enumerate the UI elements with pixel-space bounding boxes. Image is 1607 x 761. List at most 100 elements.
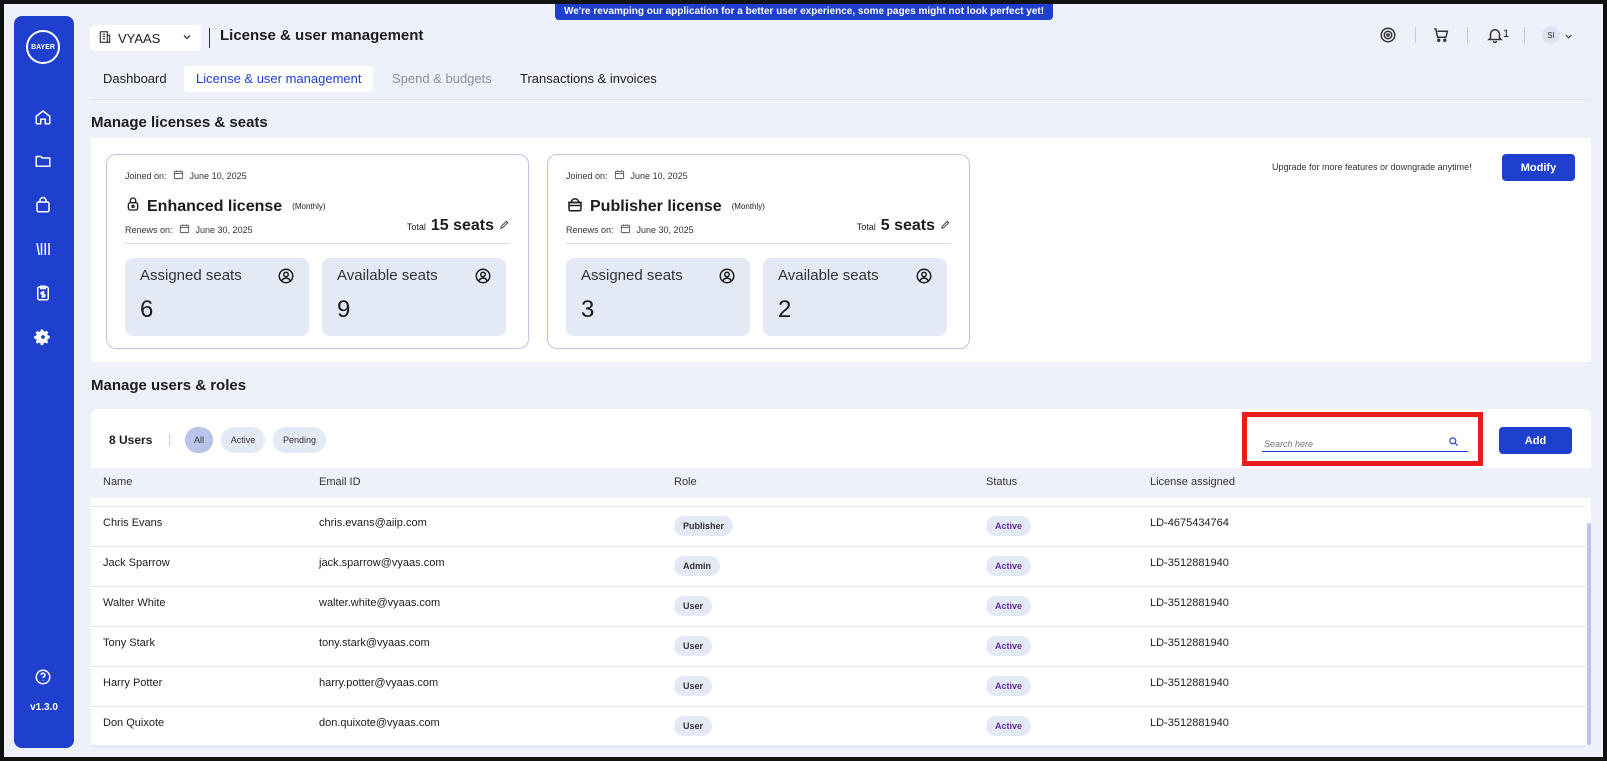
version-label: v1.3.0 bbox=[30, 702, 58, 713]
clipboard-dollar-icon[interactable] bbox=[32, 282, 54, 304]
tab-dashboard[interactable]: Dashboard bbox=[91, 66, 179, 92]
bag-icon[interactable] bbox=[32, 194, 54, 216]
renews-date: June 30, 2025 bbox=[195, 224, 253, 235]
filter-pending[interactable]: Pending bbox=[273, 427, 326, 453]
available-seats-value: 2 bbox=[778, 296, 792, 323]
filter-all[interactable]: All bbox=[185, 427, 213, 453]
help-icon[interactable] bbox=[32, 666, 54, 688]
user-name: Harry Potter bbox=[103, 677, 163, 689]
table-row[interactable] bbox=[91, 547, 1586, 587]
edit-icon[interactable] bbox=[499, 219, 510, 232]
calendar-icon bbox=[173, 169, 184, 182]
lock-license-icon bbox=[125, 195, 141, 218]
license-name: Publisher license bbox=[590, 197, 722, 215]
user-email: don.quixote@vyaas.com bbox=[319, 717, 440, 729]
user-email: jack.sparrow@vyaas.com bbox=[319, 557, 445, 569]
filter-active[interactable]: Active bbox=[221, 427, 265, 453]
role-badge: Publisher bbox=[674, 516, 734, 536]
renews-label: Renews on: bbox=[566, 224, 614, 235]
available-seats-label: Available seats bbox=[778, 267, 879, 284]
joined-date: June 10, 2025 bbox=[189, 170, 247, 181]
table-row[interactable] bbox=[91, 627, 1586, 667]
table-row[interactable] bbox=[91, 707, 1586, 747]
user-email: walter.white@vyaas.com bbox=[319, 597, 441, 609]
role-badge: Admin bbox=[674, 556, 720, 576]
user-circle-icon bbox=[718, 267, 736, 290]
header-icon-divider bbox=[1467, 27, 1468, 43]
tab-spend-budgets[interactable]: Spend & budgets bbox=[380, 66, 504, 92]
user-email: chris.evans@aiip.com bbox=[319, 517, 427, 529]
avatar[interactable]: SI bbox=[1542, 26, 1560, 44]
target-icon[interactable] bbox=[1377, 24, 1399, 46]
license-period: (Monthly) bbox=[731, 202, 765, 211]
card-divider bbox=[125, 243, 510, 244]
home-icon[interactable] bbox=[32, 106, 54, 128]
table-header bbox=[91, 468, 1591, 498]
org-selector[interactable]: VYAAS bbox=[90, 25, 201, 51]
assigned-seats-label: Assigned seats bbox=[581, 267, 683, 284]
status-badge: Active bbox=[986, 516, 1032, 536]
library-icon[interactable] bbox=[32, 238, 54, 260]
assigned-seats-value: 3 bbox=[581, 296, 595, 323]
notification-count: 1 bbox=[1503, 28, 1510, 40]
gear-icon[interactable] bbox=[32, 326, 54, 348]
edit-icon[interactable] bbox=[940, 219, 951, 232]
user-email: tony.stark@vyaas.com bbox=[319, 637, 430, 649]
table-row[interactable] bbox=[91, 587, 1586, 627]
header-icon-divider bbox=[1524, 27, 1525, 43]
calendar-icon bbox=[614, 169, 625, 182]
license-id: LD-3512881940 bbox=[1150, 557, 1229, 569]
modify-button[interactable]: Modify bbox=[1502, 154, 1575, 181]
column-header-status: Status bbox=[986, 476, 1018, 488]
upgrade-text: Upgrade for more features or downgrade a… bbox=[1272, 162, 1472, 172]
status-badge: Active bbox=[986, 636, 1032, 656]
folder-icon[interactable] bbox=[32, 150, 54, 172]
tab-license-user-management[interactable]: License & user management bbox=[184, 66, 374, 92]
available-seats-box: Available seats 9 bbox=[322, 258, 506, 336]
bayer-logo[interactable]: BAYER bbox=[26, 30, 60, 64]
license-id: LD-3512881940 bbox=[1150, 717, 1229, 729]
search-input[interactable] bbox=[1262, 432, 1468, 452]
licenses-section-title: Manage licenses & seats bbox=[91, 114, 268, 131]
license-card-enhanced: Joined on: June 10, 2025 Enhanced licens… bbox=[106, 154, 529, 349]
search-icon[interactable] bbox=[1448, 434, 1459, 452]
building-icon bbox=[98, 30, 112, 47]
joined-date: June 10, 2025 bbox=[630, 170, 688, 181]
calendar-icon bbox=[179, 223, 190, 236]
user-name: Tony Stark bbox=[103, 637, 155, 649]
license-period: (Monthly) bbox=[292, 202, 326, 211]
user-circle-icon bbox=[277, 267, 295, 290]
column-header-email: Email ID bbox=[319, 476, 361, 488]
chevron-down-icon[interactable] bbox=[1563, 29, 1574, 47]
user-name: Chris Evans bbox=[103, 517, 163, 529]
count-divider bbox=[169, 434, 170, 446]
tab-transactions-invoices[interactable]: Transactions & invoices bbox=[508, 66, 669, 92]
package-license-icon bbox=[566, 195, 584, 218]
add-user-button[interactable]: Add bbox=[1499, 427, 1572, 454]
assigned-seats-value: 6 bbox=[140, 296, 154, 323]
total-label: Total bbox=[406, 222, 426, 232]
license-id: LD-3512881940 bbox=[1150, 677, 1229, 689]
status-badge: Active bbox=[986, 596, 1032, 616]
renews-date: June 30, 2025 bbox=[636, 224, 694, 235]
user-circle-icon bbox=[915, 267, 933, 290]
license-name: Enhanced license bbox=[147, 197, 283, 215]
status-badge: Active bbox=[986, 676, 1032, 696]
revamp-banner: We're revamping our application for a be… bbox=[555, 4, 1053, 20]
license-id: LD-4675434764 bbox=[1150, 517, 1229, 529]
assigned-seats-box: Assigned seats 6 bbox=[125, 258, 309, 336]
sidebar: BAYER v1.3.0 bbox=[14, 16, 74, 748]
user-email: harry.potter@vyaas.com bbox=[319, 677, 439, 689]
users-section-title: Manage users & roles bbox=[91, 377, 247, 394]
table-scrollbar[interactable] bbox=[1587, 523, 1591, 745]
table-row[interactable] bbox=[91, 507, 1586, 547]
available-seats-box: Available seats 2 bbox=[763, 258, 947, 336]
user-name: Jack Sparrow bbox=[103, 557, 170, 569]
table-row[interactable] bbox=[91, 667, 1586, 707]
joined-label: Joined on: bbox=[125, 170, 167, 181]
available-seats-value: 9 bbox=[337, 296, 351, 323]
role-badge: User bbox=[674, 636, 713, 656]
available-seats-label: Available seats bbox=[337, 267, 438, 284]
cart-icon[interactable] bbox=[1430, 24, 1452, 46]
role-badge: User bbox=[674, 596, 713, 616]
